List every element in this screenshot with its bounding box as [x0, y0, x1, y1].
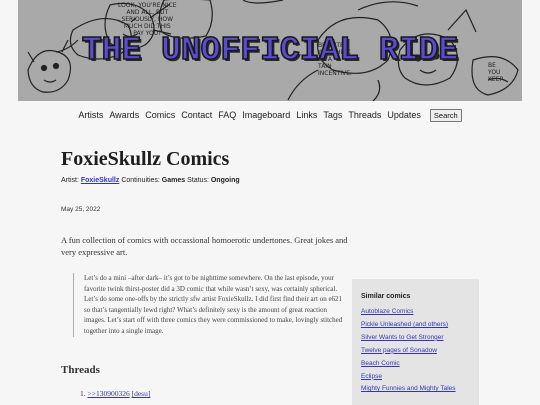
similar-comic-item: Pickle Unleashed (and others) — [361, 319, 479, 332]
site-banner[interactable]: LOOK, YOU'RE NICE AND ALL, BUT SERIOUSLY… — [18, 0, 522, 101]
thread-number: 1. — [80, 389, 86, 398]
similar-comic-item: Autoblaze Comics — [361, 306, 479, 319]
similar-comic-link[interactable]: Pickle Unleashed (and others) — [361, 321, 448, 328]
threads-list: 1. >>130900326 [desu] — [80, 389, 150, 398]
similar-comics-panel: Similar comics Autoblaze Comics Pickle U… — [352, 279, 479, 405]
post-date: May 25, 2022 — [61, 206, 101, 213]
review-quote: Let’s do a mini –after dark– it’s got to… — [73, 273, 343, 337]
nav-threads[interactable]: Threads — [348, 110, 381, 120]
status-label: Status: — [187, 177, 209, 184]
nav-artists[interactable]: Artists — [78, 110, 103, 120]
thread-link[interactable]: >>130900326 — [88, 389, 130, 398]
similar-comic-item: Eclipse — [361, 371, 479, 384]
similar-comic-item: Mighty Funnies and Mighty Tales — [361, 383, 479, 396]
nav-faq[interactable]: FAQ — [218, 110, 236, 120]
comic-meta: Artist: FoxieSkullz Continuities: Games … — [61, 177, 240, 184]
similar-comic-item: Twelve pages of Sonadow — [361, 345, 479, 358]
nav-links[interactable]: Links — [296, 110, 317, 120]
main-nav: Artists Awards Comics Contact FAQ Imageb… — [0, 107, 540, 123]
nav-awards[interactable]: Awards — [109, 110, 139, 120]
similar-comics-heading: Similar comics — [361, 293, 411, 300]
similar-comic-link[interactable]: Eclipse — [361, 373, 382, 380]
status-value: Ongoing — [210, 177, 240, 184]
similar-comic-link[interactable]: Autoblaze Comics — [361, 308, 413, 315]
similar-comic-link[interactable]: Mighty Funnies and Mighty Tales — [361, 385, 456, 392]
nav-tags[interactable]: Tags — [323, 110, 342, 120]
nav-imageboard[interactable]: Imageboard — [242, 110, 290, 120]
thread-item: 1. >>130900326 [desu] — [80, 389, 150, 398]
nav-contact[interactable]: Contact — [181, 110, 212, 120]
search-button[interactable]: Search — [429, 108, 462, 122]
comic-description: A fun collection of comics with occassio… — [61, 235, 348, 257]
continuities-value: Games — [161, 177, 186, 184]
artist-link[interactable]: FoxieSkullz — [81, 177, 120, 184]
similar-comic-item: Beach Comic — [361, 358, 479, 371]
similar-comic-item: Silver Wants to Get Stronger — [361, 332, 479, 345]
nav-comics[interactable]: Comics — [145, 110, 175, 120]
nav-updates[interactable]: Updates — [387, 110, 421, 120]
artist-label: Artist: — [61, 177, 79, 184]
banner-title: THE UNOFFICIAL RIDE — [81, 31, 459, 70]
page-title: FoxieSkullz Comics — [61, 148, 230, 170]
continuities-label: Continuities: — [121, 177, 160, 184]
similar-comic-link[interactable]: Silver Wants to Get Stronger — [361, 334, 444, 341]
similar-comic-link[interactable]: Beach Comic — [361, 360, 400, 367]
threads-heading: Threads — [61, 364, 100, 376]
thread-archive-link[interactable]: [desu] — [132, 389, 151, 398]
similar-comic-link[interactable]: Twelve pages of Sonadow — [361, 347, 437, 354]
